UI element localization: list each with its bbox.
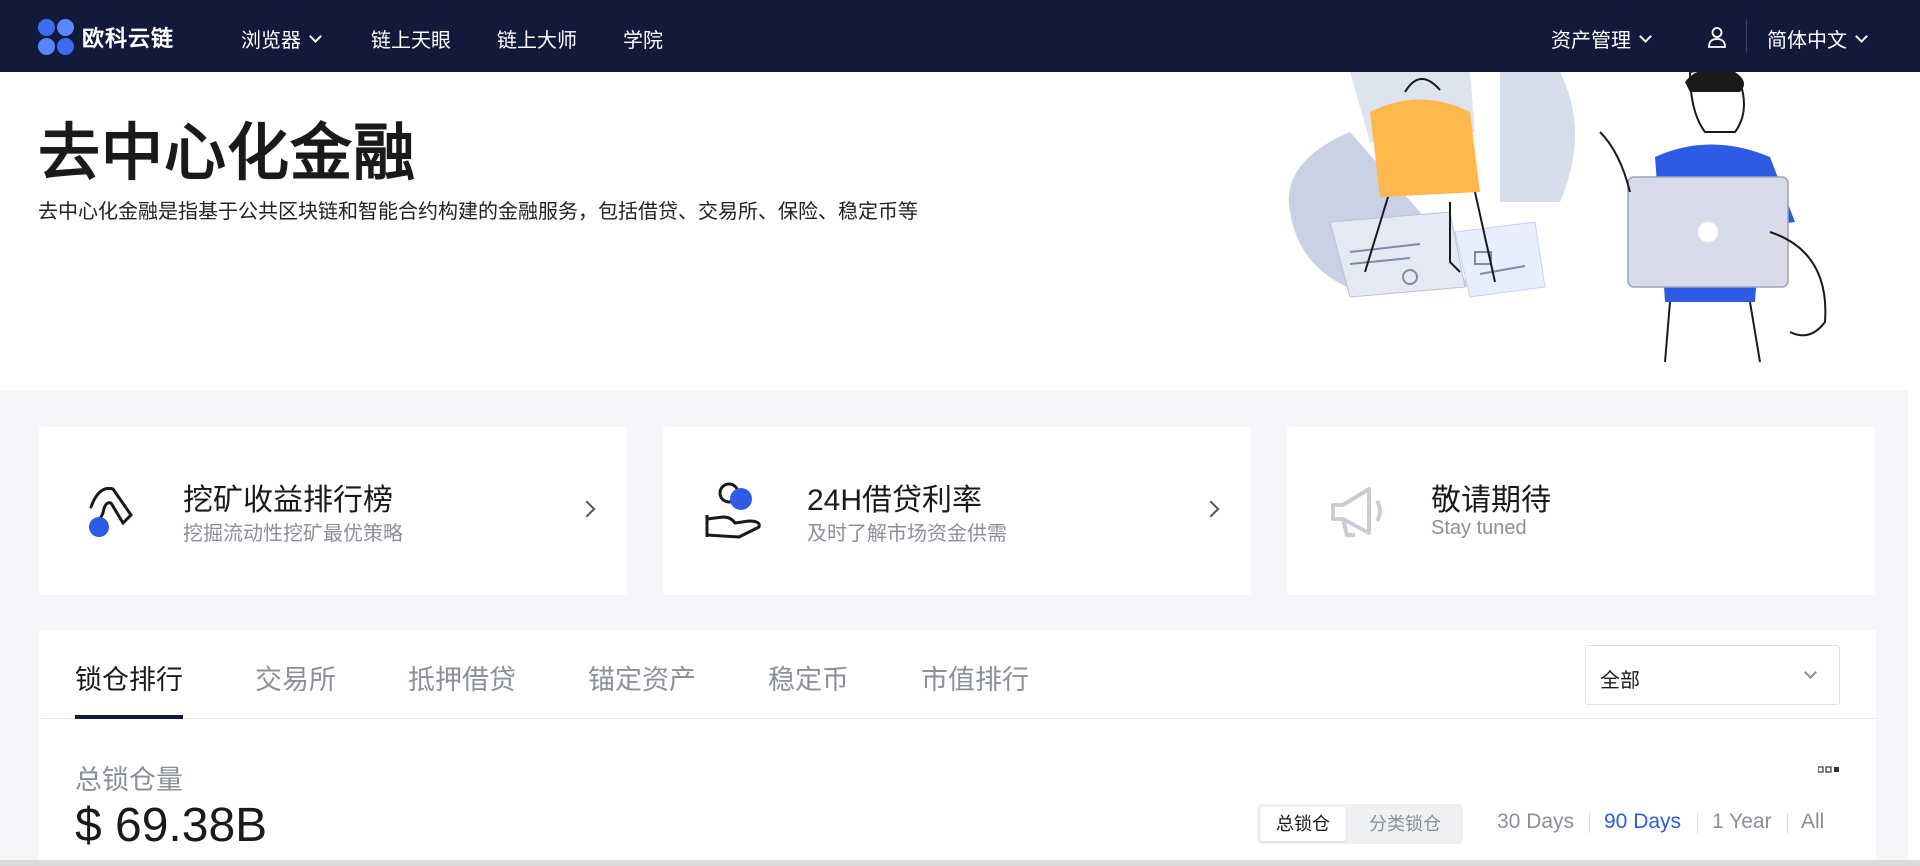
page-edge <box>1908 72 1920 866</box>
user-icon[interactable] <box>1707 26 1727 48</box>
tab-pegged-assets[interactable]: 锚定资产 <box>588 658 696 697</box>
page-description: 去中心化金融是指基于公共区块链和智能合约构建的金融服务，包括借贷、交易所、保险、… <box>38 201 918 223</box>
hero-illustration <box>1288 72 1827 363</box>
card-coming-soon: 敬请期待 Stay tuned <box>1287 427 1875 595</box>
language-selector[interactable]: 简体中文 <box>1767 24 1868 53</box>
nav-item-label: 浏览器 <box>241 30 301 52</box>
language-label: 简体中文 <box>1767 30 1847 52</box>
range-divider <box>1589 813 1590 833</box>
nav-item-browser[interactable]: 浏览器 <box>241 24 322 53</box>
page-title: 去中心化金融 <box>38 119 417 188</box>
chevron-right-icon <box>578 500 596 518</box>
tab-tvl-ranking[interactable]: 锁仓排行 <box>75 658 183 697</box>
nav-item-academy[interactable]: 学院 <box>623 24 663 53</box>
card-subtitle: Stay tuned <box>1431 517 1527 539</box>
logo-mark-icon <box>38 19 74 55</box>
card-title: 挖矿收益排行榜 <box>183 484 393 517</box>
brand-logo[interactable]: 欧科云链 <box>38 19 174 55</box>
card-subtitle: 及时了解市场资金供需 <box>807 523 1007 545</box>
range-1-year[interactable]: 1 Year <box>1712 810 1772 834</box>
tvl-value: $ 69.38B <box>75 799 268 852</box>
toggle-category-tvl[interactable]: 分类锁仓 <box>1353 807 1457 841</box>
asset-management-menu[interactable]: 资产管理 <box>1551 24 1652 53</box>
card-title: 24H借贷利率 <box>807 484 983 517</box>
nav-item-label: 链上天眼 <box>371 30 451 52</box>
hero-banner: 去中心化金融 去中心化金融是指基于公共区块链和智能合约构建的金融服务，包括借贷、… <box>0 72 1920 390</box>
chevron-down-icon <box>1804 666 1817 679</box>
select-value: 全部 <box>1600 670 1640 692</box>
nav-item-label: 链上大师 <box>497 30 577 52</box>
category-tabs: 锁仓排行 交易所 抵押借贷 锚定资产 稳定币 市值排行 全部 <box>39 630 1876 719</box>
tab-exchange[interactable]: 交易所 <box>255 658 336 697</box>
nav-item-onchain-master[interactable]: 链上大师 <box>497 24 577 53</box>
nav-item-label: 学院 <box>623 30 663 52</box>
active-tab-indicator <box>75 715 183 719</box>
hand-coins-icon <box>705 482 761 539</box>
range-divider <box>1697 813 1698 833</box>
chart-menu-icon[interactable] <box>1818 766 1840 774</box>
toggle-total-tvl[interactable]: 总锁仓 <box>1260 807 1346 841</box>
card-lending-rates[interactable]: 24H借贷利率 及时了解市场资金供需 <box>663 427 1251 595</box>
tab-market-cap-ranking[interactable]: 市值排行 <box>921 658 1029 697</box>
chevron-right-icon <box>1202 500 1220 518</box>
chevron-down-icon <box>309 29 322 43</box>
range-30-days[interactable]: 30 Days <box>1497 810 1574 834</box>
asset-management-label: 资产管理 <box>1551 30 1631 52</box>
nav-divider <box>1746 20 1747 52</box>
megaphone-icon <box>1331 487 1382 537</box>
brand-name: 欧科云链 <box>82 26 175 51</box>
nav-item-onchain-eye[interactable]: 链上天眼 <box>371 24 451 53</box>
card-title: 敬请期待 <box>1431 484 1551 517</box>
range-90-days[interactable]: 90 Days <box>1604 810 1681 834</box>
tab-collateral-lending[interactable]: 抵押借贷 <box>408 658 516 697</box>
range-divider <box>1787 813 1788 833</box>
chevron-down-icon <box>1639 29 1652 43</box>
chain-filter-select[interactable]: 全部 <box>1585 645 1840 705</box>
tvl-panel: 锁仓排行 交易所 抵押借贷 锚定资产 稳定币 市值排行 全部 总锁仓量 $ 69… <box>39 630 1876 866</box>
mining-pick-icon <box>89 486 133 537</box>
range-all[interactable]: All <box>1801 810 1824 834</box>
card-subtitle: 挖掘流动性挖矿最优策略 <box>183 523 403 545</box>
chevron-down-icon <box>1855 29 1868 43</box>
tvl-label: 总锁仓量 <box>75 765 183 795</box>
tvl-mode-toggle: 总锁仓 分类锁仓 <box>1257 804 1463 844</box>
card-mining-ranking[interactable]: 挖矿收益排行榜 挖掘流动性挖矿最优策略 <box>39 427 627 595</box>
tab-stablecoins[interactable]: 稳定币 <box>768 658 849 697</box>
horizontal-scrollbar[interactable] <box>0 860 1920 866</box>
top-nav: 欧科云链 浏览器 链上天眼 链上大师 学院 资产管理 简体中文 <box>0 0 1920 72</box>
